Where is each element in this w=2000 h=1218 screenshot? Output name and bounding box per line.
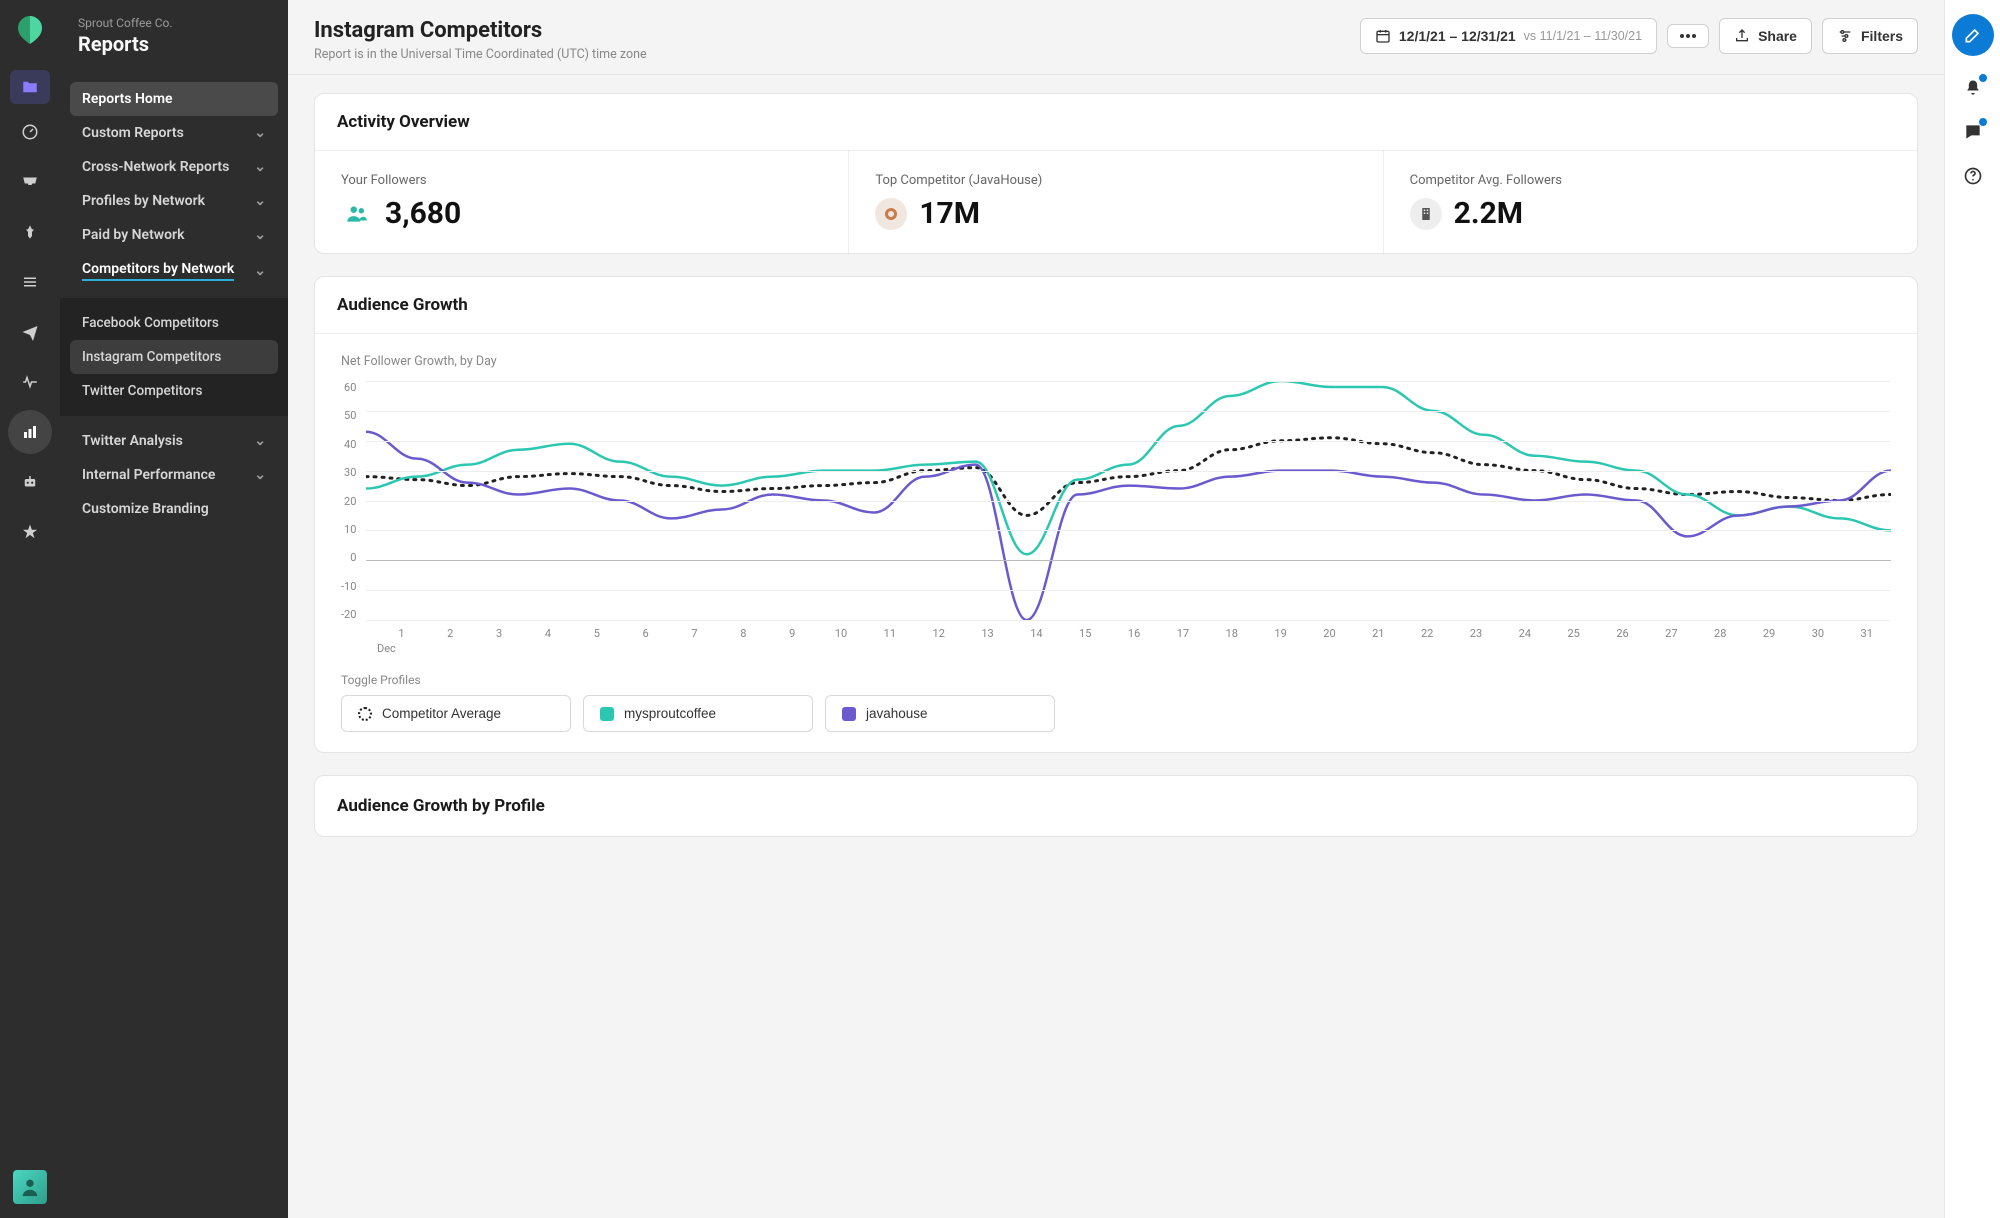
- page-subtitle: Report is in the Universal Time Coordina…: [314, 47, 647, 62]
- right-rail: [1944, 0, 2000, 1218]
- subnav-instagram-competitors[interactable]: Instagram Competitors: [70, 340, 278, 374]
- audience-growth-card: Audience Growth Net Follower Growth, by …: [314, 276, 1918, 753]
- subnav-twitter-competitors[interactable]: Twitter Competitors: [70, 374, 278, 408]
- rail-list-icon[interactable]: [8, 260, 52, 304]
- nav-profiles-network[interactable]: Profiles by Network⌄: [70, 184, 278, 218]
- audience-growth-profile-card: Audience Growth by Profile: [314, 775, 1918, 837]
- nav-custom-reports[interactable]: Custom Reports⌄: [70, 116, 278, 150]
- toggle-profiles-label: Toggle Profiles: [341, 673, 1891, 687]
- overview-title: Activity Overview: [315, 94, 1917, 151]
- rail-inbox-icon[interactable]: [8, 160, 52, 204]
- ellipsis-icon: [1680, 34, 1696, 38]
- rail-send-icon[interactable]: [8, 310, 52, 354]
- chevron-down-icon: ⌄: [254, 433, 266, 449]
- icon-rail: [0, 0, 60, 1218]
- chevron-down-icon: ⌄: [254, 125, 266, 141]
- chart-x-axis: 1234567891011121314151617181920212223242…: [377, 627, 1891, 640]
- compare-range-label: vs 11/1/21 – 11/30/21: [1524, 29, 1642, 43]
- sidebar: Sprout Coffee Co. Reports Reports Home C…: [60, 0, 288, 1218]
- filters-button[interactable]: Filters: [1822, 18, 1918, 54]
- chart-subtitle: Net Follower Growth, by Day: [341, 354, 1891, 369]
- rail-star-icon[interactable]: [8, 510, 52, 554]
- nav-competitors-network[interactable]: Competitors by Network⌄: [70, 252, 278, 290]
- toggle-javahouse[interactable]: javahouse: [825, 695, 1055, 732]
- date-range-button[interactable]: 12/1/21 – 12/31/21 vs 11/1/21 – 11/30/21: [1360, 18, 1657, 54]
- share-button[interactable]: Share: [1719, 18, 1812, 54]
- rail-pin-icon[interactable]: [8, 210, 52, 254]
- company-name: Sprout Coffee Co.: [78, 16, 270, 30]
- stat-your-followers: Your Followers 3,680: [315, 151, 849, 253]
- user-avatar[interactable]: [13, 1170, 47, 1204]
- nav-customize-branding[interactable]: Customize Branding: [70, 492, 278, 526]
- chevron-down-icon: ⌄: [254, 159, 266, 175]
- competitor-avatar-icon: [875, 198, 907, 230]
- nav-reports-home[interactable]: Reports Home: [70, 82, 278, 116]
- filter-icon: [1837, 28, 1853, 44]
- rail-reports-icon[interactable]: [8, 410, 52, 454]
- notifications-icon[interactable]: [1961, 76, 1985, 100]
- topbar: Instagram Competitors Report is in the U…: [288, 0, 1944, 75]
- messages-icon[interactable]: [1961, 120, 1985, 144]
- share-icon: [1734, 28, 1750, 44]
- rail-pulse-icon[interactable]: [8, 360, 52, 404]
- chevron-down-icon: ⌄: [254, 263, 266, 279]
- compose-icon: [1963, 25, 1983, 45]
- activity-overview-card: Activity Overview Your Followers 3,680 T…: [314, 93, 1918, 254]
- main-content: Instagram Competitors Report is in the U…: [288, 0, 1944, 1218]
- building-icon: [1410, 198, 1442, 230]
- notification-dot: [1979, 118, 1987, 126]
- nav-paid-network[interactable]: Paid by Network⌄: [70, 218, 278, 252]
- rail-dashboard-icon[interactable]: [8, 110, 52, 154]
- help-icon[interactable]: [1961, 164, 1985, 188]
- stat-competitor-avg: Competitor Avg. Followers 2.2M: [1384, 151, 1917, 253]
- nav-twitter-analysis[interactable]: Twitter Analysis⌄: [70, 424, 278, 458]
- rail-bot-icon[interactable]: [8, 460, 52, 504]
- calendar-icon: [1375, 28, 1391, 44]
- section-title: Reports: [78, 32, 270, 56]
- teal-swatch-icon: [600, 707, 614, 721]
- rail-folder-icon[interactable]: [10, 70, 50, 104]
- toggle-mysproutcoffee[interactable]: mysproutcoffee: [583, 695, 813, 732]
- toggle-competitor-average[interactable]: Competitor Average: [341, 695, 571, 732]
- growth-profile-title: Audience Growth by Profile: [315, 776, 1917, 836]
- chevron-down-icon: ⌄: [254, 467, 266, 483]
- chart-plot: [366, 381, 1891, 621]
- dashed-swatch-icon: [358, 707, 372, 721]
- nav-cross-network[interactable]: Cross-Network Reports⌄: [70, 150, 278, 184]
- page-title: Instagram Competitors: [314, 18, 647, 43]
- chevron-down-icon: ⌄: [254, 227, 266, 243]
- compose-button[interactable]: [1952, 14, 1994, 56]
- sprout-logo: [14, 14, 46, 46]
- stat-top-competitor: Top Competitor (JavaHouse) 17M: [849, 151, 1383, 253]
- chevron-down-icon: ⌄: [254, 193, 266, 209]
- subnav-facebook-competitors[interactable]: Facebook Competitors: [70, 306, 278, 340]
- purple-swatch-icon: [842, 707, 856, 721]
- date-range-label: 12/1/21 – 12/31/21: [1399, 28, 1516, 44]
- notification-dot: [1979, 74, 1987, 82]
- more-options-button[interactable]: [1667, 24, 1709, 48]
- chart-x-month: Dec: [377, 642, 1891, 655]
- chart-y-axis: 6050403020100-10-20: [341, 381, 366, 621]
- growth-title: Audience Growth: [315, 277, 1917, 334]
- group-icon: [341, 198, 373, 230]
- nav-internal-performance[interactable]: Internal Performance⌄: [70, 458, 278, 492]
